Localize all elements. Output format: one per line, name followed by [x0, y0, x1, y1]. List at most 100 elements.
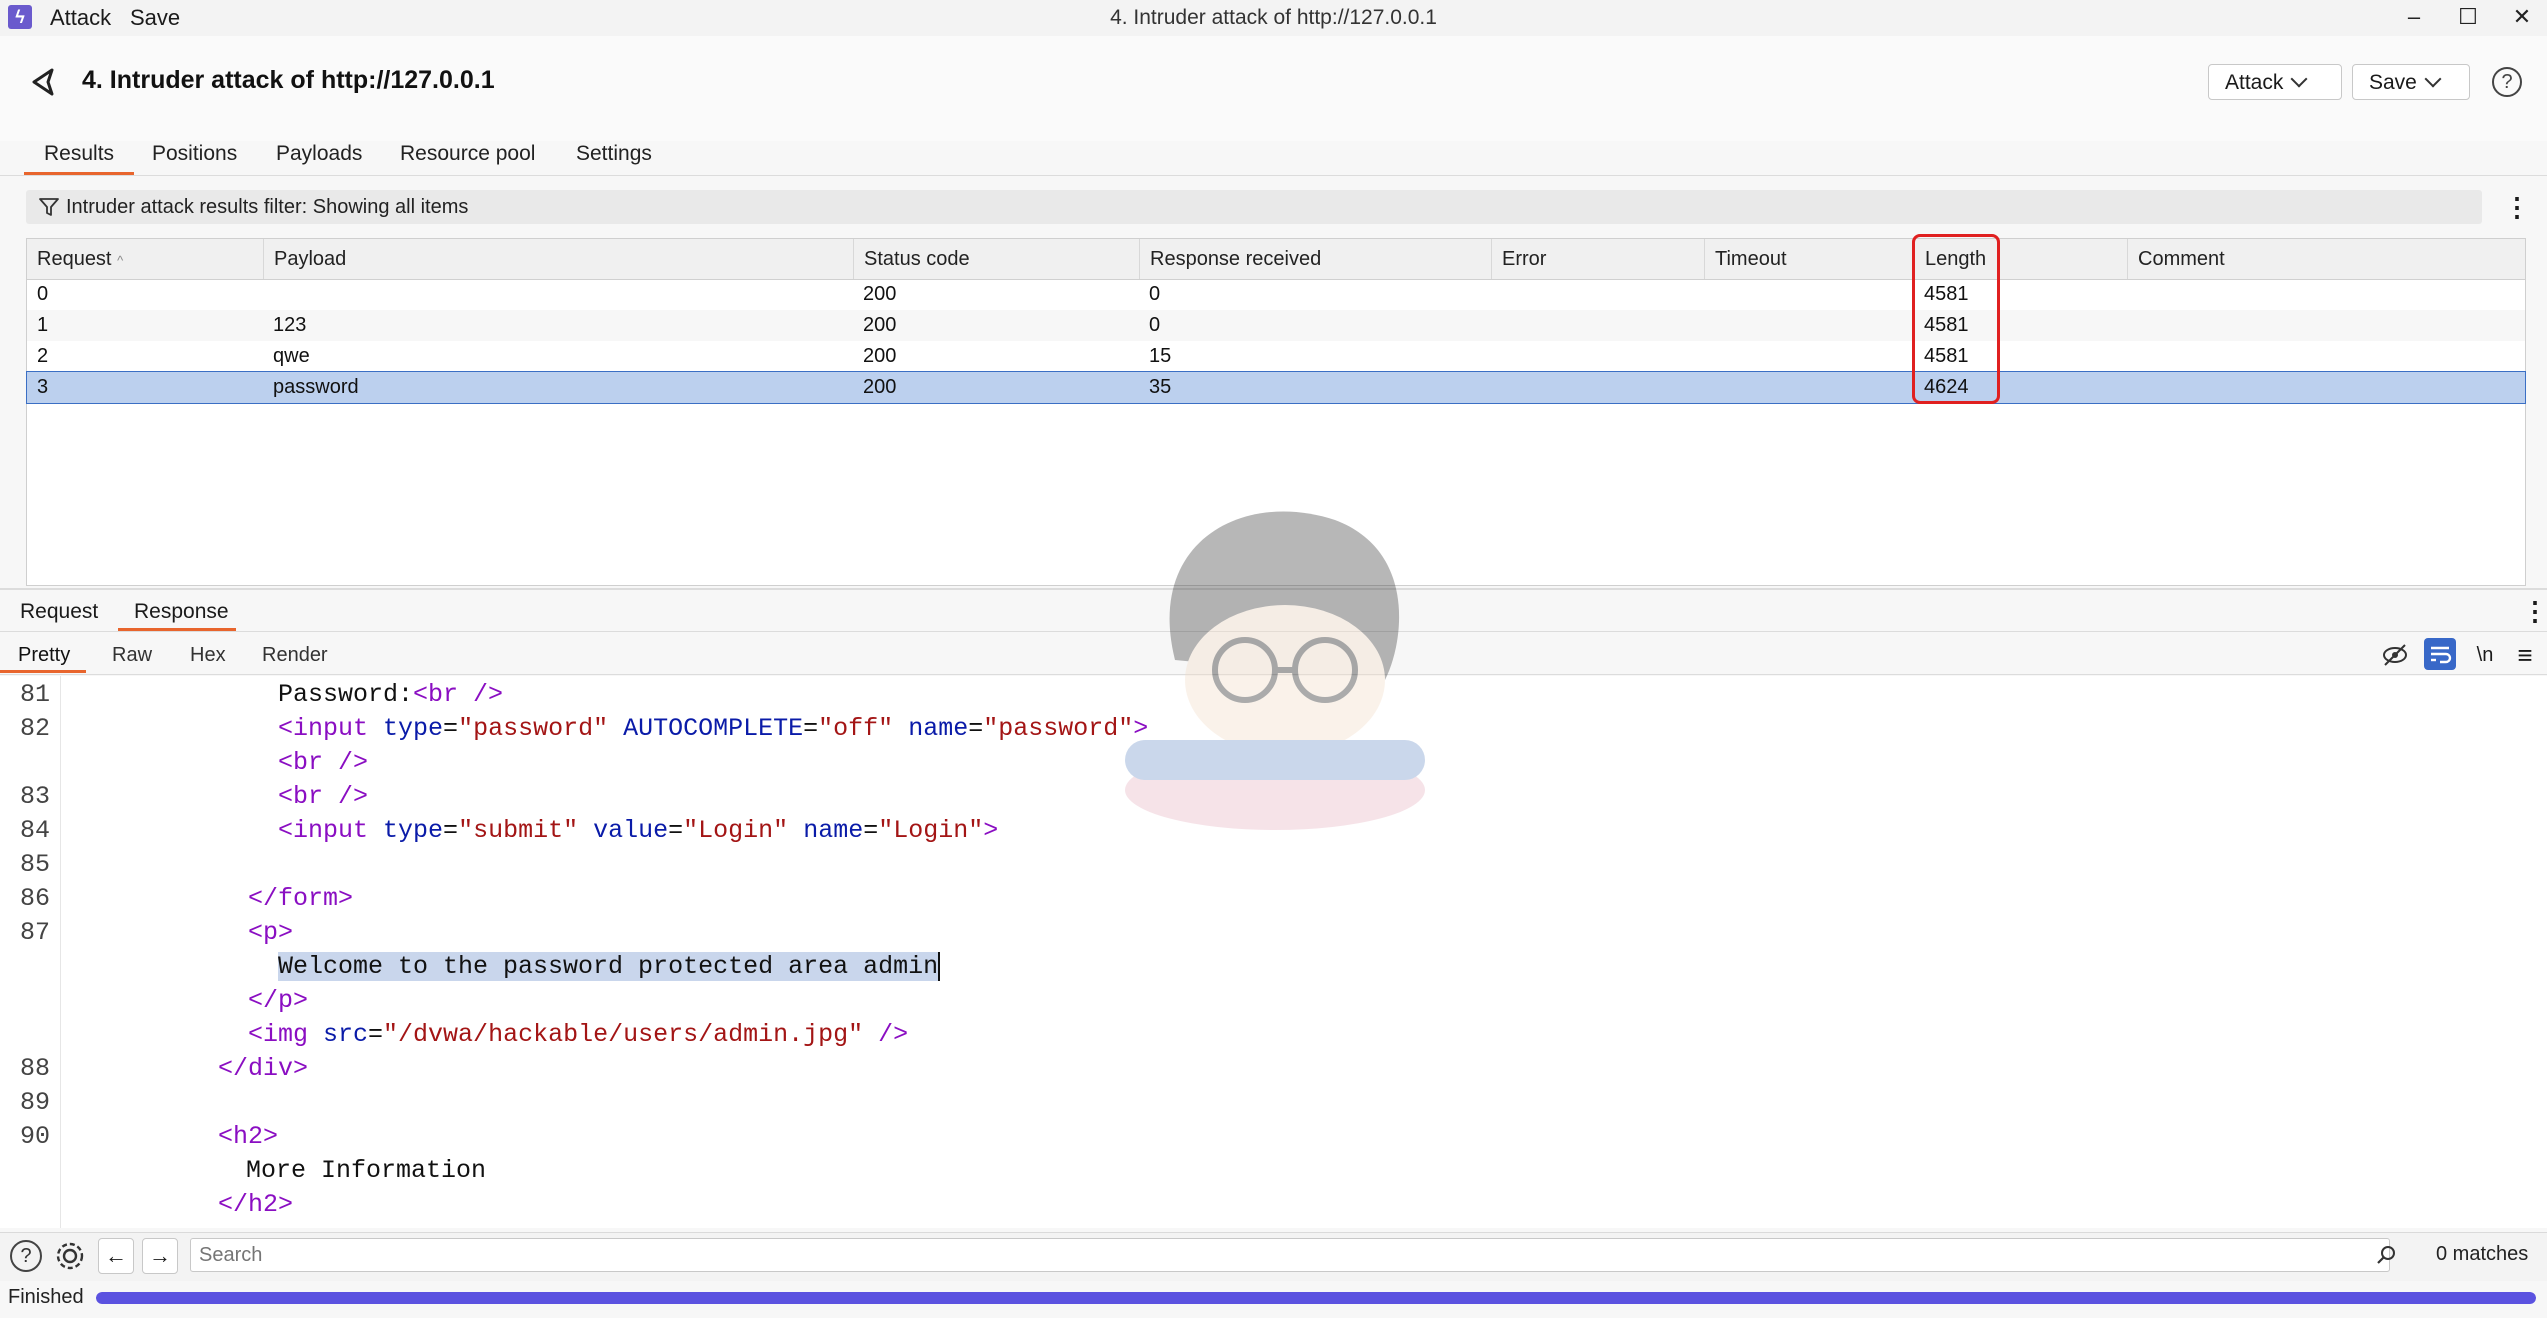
cell-request: 2	[37, 345, 49, 367]
selected-text[interactable]: Welcome to the password protected area a…	[278, 952, 939, 981]
column-header-request[interactable]: Request ^	[27, 239, 263, 279]
code-value: "off"	[818, 714, 894, 743]
cell-payload: 123	[273, 314, 307, 336]
newline-toggle[interactable]: \n	[2470, 640, 2500, 670]
tab-raw[interactable]: Raw	[112, 644, 152, 667]
tab-response[interactable]: Response	[134, 600, 229, 624]
cell-response-received: 0	[1149, 283, 1161, 305]
save-button-label: Save	[2369, 71, 2417, 94]
column-header-error[interactable]: Error	[1491, 239, 1704, 279]
line-number: 89	[19, 1088, 50, 1117]
code-line: <img src="/dvwa/hackable/users/admin.jpg…	[248, 1020, 909, 1049]
line-number: 90	[19, 1122, 50, 1151]
cell-status-code: 200	[863, 376, 897, 398]
tab-hex[interactable]: Hex	[190, 644, 226, 667]
more-options-icon[interactable]: ⋮	[2504, 190, 2530, 224]
tab-pretty[interactable]: Pretty	[18, 644, 70, 667]
tab-results[interactable]: Results	[44, 142, 114, 166]
editor-menu-icon[interactable]: ≡	[2510, 640, 2540, 670]
chevron-down-icon	[2424, 70, 2442, 88]
window-title: 4. Intruder attack of http://127.0.0.1	[1110, 6, 1437, 29]
gear-icon[interactable]	[52, 1238, 88, 1274]
code-attr: AUTOCOMPLETE	[623, 714, 804, 743]
tab-resource-pool[interactable]: Resource pool	[400, 142, 535, 166]
code-line: </h2>	[218, 1190, 294, 1219]
code-line: <p>	[248, 918, 294, 947]
code-line: <input type="submit" value="Login" name=…	[278, 816, 999, 845]
code-attr: name	[908, 714, 969, 743]
next-match-button[interactable]: →	[142, 1238, 178, 1274]
table-header: Request ^ Payload Status code Response r…	[27, 239, 2525, 280]
attack-button[interactable]: Attack	[2208, 64, 2342, 100]
column-header-response-received[interactable]: Response received	[1139, 239, 1491, 279]
status-text: Finished	[8, 1286, 84, 1308]
cell-request: 1	[37, 314, 49, 336]
minimize-icon[interactable]: –	[2394, 2, 2434, 32]
table-row[interactable]: 1 123 200 0 4581	[27, 310, 2525, 341]
text-cursor	[938, 952, 941, 981]
code-line: <h2>	[218, 1122, 279, 1151]
cell-status-code: 200	[863, 345, 897, 367]
code-attr: value	[593, 816, 669, 845]
cell-payload	[263, 279, 273, 310]
line-number: 87	[19, 918, 50, 947]
column-header-comment[interactable]: Comment	[2127, 239, 2525, 279]
progress-fill	[96, 1292, 2536, 1304]
length-column-highlight-annotation	[1912, 234, 2000, 404]
search-input[interactable]	[190, 1238, 2390, 1272]
cell-response-received: 35	[1149, 376, 1172, 398]
code-attr: name	[803, 816, 864, 845]
cell-status-code: 200	[863, 283, 897, 305]
table-row[interactable]: 0 200 0 4581	[27, 279, 2525, 310]
hide-nonprinting-icon[interactable]	[2380, 640, 2410, 670]
previous-match-button[interactable]: ←	[98, 1238, 134, 1274]
table-row-selected[interactable]: 3 password 200 35 4624	[26, 371, 2526, 404]
code-line: </form>	[248, 884, 354, 913]
code-tag: <br />	[413, 680, 504, 709]
code-line: </p>	[248, 986, 309, 1015]
help-icon[interactable]: ?	[10, 1240, 42, 1272]
close-icon[interactable]: ✕	[2502, 2, 2542, 32]
cartoon-watermark-icon	[1125, 511, 1425, 830]
code-attr: src	[323, 1020, 369, 1049]
tab-positions[interactable]: Positions	[152, 142, 237, 166]
code-line: Welcome to the password protected area a…	[278, 952, 941, 981]
table-row[interactable]: 2 qwe 200 15 4581	[27, 341, 2525, 372]
cell-request: 0	[37, 283, 49, 305]
tab-render[interactable]: Render	[262, 644, 328, 667]
cell-payload: qwe	[273, 345, 310, 367]
filter-icon	[39, 198, 59, 216]
column-header-label: Request	[37, 248, 112, 270]
column-header-timeout[interactable]: Timeout	[1704, 239, 1914, 279]
maximize-icon[interactable]: ☐	[2448, 2, 2488, 32]
sort-ascending-icon: ^	[117, 253, 124, 268]
tab-payloads[interactable]: Payloads	[276, 142, 362, 166]
line-number: 88	[19, 1054, 50, 1083]
code-line: <br />	[278, 782, 369, 811]
cell-payload: password	[273, 376, 359, 398]
match-count: 0 matches	[2436, 1243, 2529, 1265]
column-header-payload[interactable]: Payload	[263, 239, 853, 279]
help-icon[interactable]: ?	[2492, 67, 2522, 97]
column-header-status-code[interactable]: Status code	[853, 239, 1139, 279]
filter-label[interactable]: Intruder attack results filter: Showing …	[66, 196, 468, 219]
line-number: 81	[19, 680, 50, 709]
line-number: 82	[19, 714, 50, 743]
code-text: Password:	[278, 680, 414, 709]
back-icon[interactable]	[24, 62, 64, 102]
more-options-icon[interactable]: ⋮	[2522, 596, 2547, 627]
attack-button-label: Attack	[2225, 71, 2284, 94]
code-tag: <input	[278, 714, 384, 743]
code-line: <br />	[278, 748, 369, 777]
code-tag: <img	[248, 1020, 324, 1049]
search-icon[interactable]	[2376, 1244, 2398, 1266]
code-tag: <input	[278, 816, 384, 845]
code-tag: >	[983, 816, 999, 845]
tab-request[interactable]: Request	[20, 600, 98, 624]
tab-settings[interactable]: Settings	[576, 142, 652, 166]
divider	[0, 175, 2547, 176]
save-button[interactable]: Save	[2352, 64, 2470, 100]
code-value: "Login"	[683, 816, 789, 845]
code-line: Password:<br />	[278, 680, 503, 709]
word-wrap-icon[interactable]	[2424, 638, 2456, 670]
